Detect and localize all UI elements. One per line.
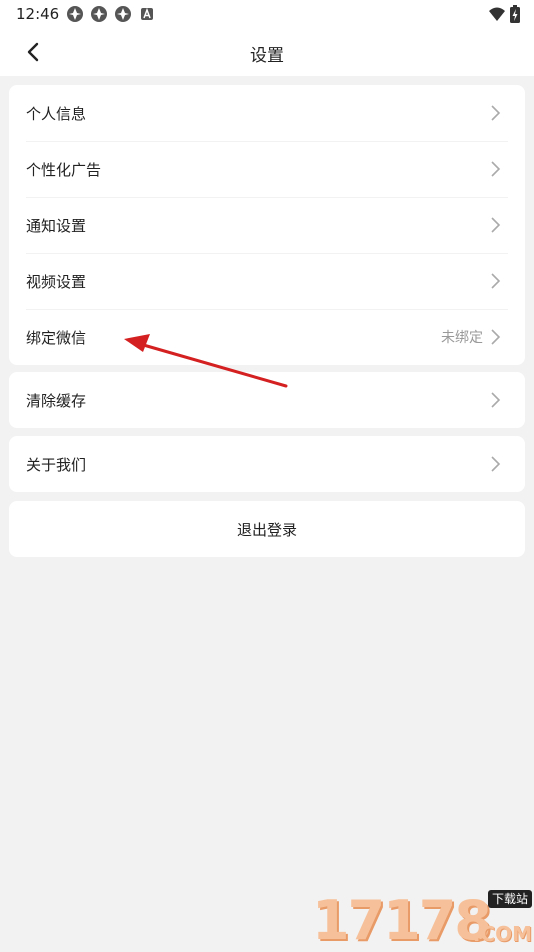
logout-card: 退出登录 (9, 501, 525, 557)
settings-group-account: 个人信息 个性化广告 通知设置 视频设置 绑定微信 未绑定 (9, 85, 525, 365)
watermark-badge: 下载站 (487, 890, 532, 908)
battery-charging-icon (510, 5, 520, 23)
wifi-icon (489, 7, 505, 21)
settings-item-personalized-ads[interactable]: 个性化广告 (9, 141, 525, 197)
settings-item-notifications[interactable]: 通知设置 (9, 197, 525, 253)
watermark-logo: 17178 下载站 .COM (312, 888, 534, 950)
settings-item-label: 个人信息 (26, 104, 87, 123)
page-title: 设置 (250, 46, 284, 66)
chevron-right-icon (491, 217, 501, 233)
notification-icons (66, 5, 156, 23)
settings-item-about-us[interactable]: 关于我们 (9, 436, 525, 492)
wechat-bind-status: 未绑定 (441, 330, 483, 346)
settings-item-clear-cache[interactable]: 清除缓存 (9, 372, 525, 428)
status-time: 12:46 (16, 5, 60, 23)
status-bar: 12:46 (0, 0, 534, 28)
app-icon (91, 6, 107, 22)
system-icons (488, 5, 520, 23)
logout-button[interactable]: 退出登录 (9, 501, 525, 557)
settings-item-label: 视频设置 (26, 272, 87, 291)
settings-item-label: 绑定微信 (26, 328, 87, 347)
settings-item-personal-info[interactable]: 个人信息 (9, 85, 525, 141)
chevron-right-icon (491, 392, 501, 408)
settings-item-label: 个性化广告 (26, 160, 102, 179)
chevron-right-icon (491, 273, 501, 289)
settings-item-label: 通知设置 (26, 216, 87, 235)
watermark-suffix: .COM (472, 922, 532, 946)
settings-item-bind-wechat[interactable]: 绑定微信 未绑定 (9, 309, 525, 365)
chevron-right-icon (491, 456, 501, 472)
chevron-right-icon (491, 161, 501, 177)
nav-bar: 设置 (0, 28, 534, 76)
app-icon (115, 6, 131, 22)
chevron-right-icon (491, 105, 501, 121)
watermark-digits: 17178 (312, 889, 492, 952)
settings-item-label: 清除缓存 (26, 391, 87, 410)
settings-group-cache: 清除缓存 (9, 372, 525, 428)
app-icon (67, 6, 83, 22)
chevron-right-icon (491, 329, 501, 345)
logout-label: 退出登录 (236, 520, 297, 539)
settings-item-label: 关于我们 (26, 455, 87, 474)
settings-group-about: 关于我们 (9, 436, 525, 492)
a-badge-icon (141, 7, 153, 20)
settings-item-video[interactable]: 视频设置 (9, 253, 525, 309)
